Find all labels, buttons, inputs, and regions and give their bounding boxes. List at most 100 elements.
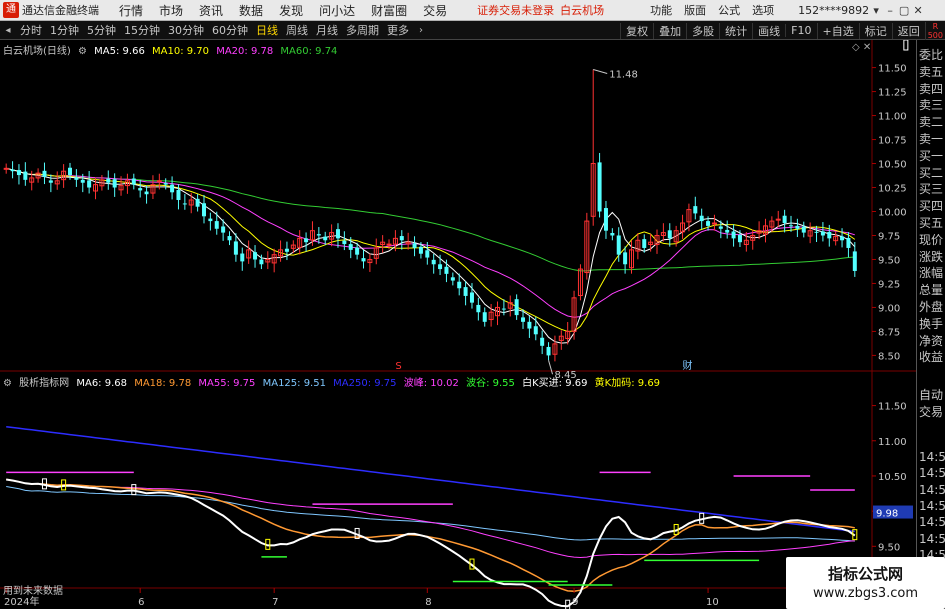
tool-add-watchlist[interactable]: +自选 <box>816 22 859 39</box>
sub-axis-label: 9.50 <box>878 542 900 553</box>
candle-body-down <box>335 229 340 239</box>
candle-body-down <box>527 321 532 329</box>
period-15min[interactable]: 15分钟 <box>120 22 164 38</box>
candle-body-down <box>240 253 245 262</box>
candle-body-down <box>737 234 742 243</box>
candle-body-down <box>138 188 143 191</box>
quote-side-panel: 委比 卖五 卖四 卖三 卖二 卖一 买一 买二 买三 买四 买五 现价 涨跌 涨幅 总量 外盘 换手 净资 收益 自动… <box>916 40 945 609</box>
period-month[interactable]: 月线 <box>312 22 342 38</box>
minimize-icon[interactable]: – <box>883 4 897 17</box>
quote-field-label: 卖二 <box>919 115 944 130</box>
ma20-line <box>6 167 855 318</box>
period-day[interactable]: 日线 <box>252 22 282 38</box>
dropdown-icon[interactable]: ▾ <box>869 4 883 17</box>
period-1min[interactable]: 1分钟 <box>46 22 83 38</box>
ma125-label: MA125: 9.51 <box>262 378 326 389</box>
candle-body-down <box>259 259 264 265</box>
menu-item-wenxiaoda[interactable]: 问小达 <box>311 2 363 19</box>
ma10-line <box>6 167 856 333</box>
tool-biaoji[interactable]: 标记 <box>858 22 892 39</box>
tool-huaxian[interactable]: 画线 <box>752 22 785 39</box>
trade-login-alert[interactable]: 证券交易未登录 <box>477 2 554 18</box>
chevron-right-icon[interactable]: › <box>413 25 429 36</box>
menu-item-shuju[interactable]: 数据 <box>231 2 271 19</box>
candle-body-down <box>304 238 309 243</box>
candle-body-down <box>546 346 551 356</box>
event-marker-cai: 财 <box>683 359 693 372</box>
period-30min[interactable]: 30分钟 <box>164 22 208 38</box>
candle-body-down <box>195 198 200 207</box>
tool-fanhui[interactable]: 返回 <box>891 22 925 39</box>
tool-duogu[interactable]: 多股 <box>686 22 719 39</box>
main-window-controls[interactable]: ◇ ✕ <box>852 42 871 53</box>
period-week[interactable]: 周线 <box>282 22 312 38</box>
user-account[interactable]: 152****9892 <box>798 4 869 17</box>
close-icon[interactable]: ✕ <box>911 4 925 17</box>
candle-body-down <box>176 190 181 200</box>
candle-body-down <box>412 243 417 248</box>
candle-body-down <box>725 229 730 233</box>
yellow-k-add-label: 黄K加码: 9.69 <box>594 378 661 389</box>
candle-body-up <box>3 167 9 170</box>
period-fenshi[interactable]: 分时 <box>16 22 46 38</box>
main-axis-label: 8.75 <box>878 327 900 338</box>
candle-body-down <box>144 191 149 195</box>
menu-item-shichang[interactable]: 市场 <box>151 2 191 19</box>
candle-body-down <box>789 225 794 227</box>
quote-field-label: 现价 <box>919 232 944 247</box>
menu-item-faxian[interactable]: 发现 <box>271 2 311 19</box>
candle-body-down <box>533 326 538 335</box>
candle-body-down <box>731 231 736 239</box>
maximize-icon[interactable]: ▢ <box>897 4 911 17</box>
alert-stock-name: 白云机场 <box>560 4 605 17</box>
back-arrow-icon[interactable]: ◂ <box>0 25 16 36</box>
menu-item-caifuquan[interactable]: 财富圈 <box>363 2 415 19</box>
tool-diejia[interactable]: 叠加 <box>653 22 686 39</box>
candle-body-down <box>233 241 238 255</box>
kline-chart[interactable]: 11.488.45S 财 11.5011.2511.0010.7510.5010.… <box>0 40 916 609</box>
menu-item-gongneng[interactable]: 功能 <box>644 2 678 18</box>
candle-body-down <box>603 208 608 231</box>
quote-field-label: 收益 <box>919 350 944 365</box>
menu-item-banmian[interactable]: 版面 <box>678 2 712 18</box>
candle-body-down <box>623 252 628 265</box>
ma18-label: MA18: 9.78 <box>134 378 192 389</box>
quote-field-label: 外盘 <box>919 300 944 314</box>
settings-icon[interactable]: ⚙ <box>78 46 87 57</box>
candle-body-up <box>775 218 781 221</box>
candle-body-down <box>820 231 825 236</box>
x-axis-label: 7 <box>272 597 278 608</box>
menu-item-xuanxiang[interactable]: 选项 <box>746 2 780 18</box>
white-k-buy-label: 白K买进: 9.69 <box>522 378 588 389</box>
period-5min[interactable]: 5分钟 <box>83 22 120 38</box>
tool-f10[interactable]: F10 <box>785 24 816 37</box>
tick-time: 14:56 <box>919 531 945 546</box>
candle-body-down <box>699 215 704 222</box>
quote-field-label: 卖四 <box>919 81 944 96</box>
period-more[interactable]: 更多 <box>383 22 413 38</box>
period-multi[interactable]: 多周期 <box>342 22 383 38</box>
menu-item-jiaoyi[interactable]: 交易 <box>415 2 455 19</box>
tool-fuquan[interactable]: 复权 <box>620 22 653 39</box>
ma5-line <box>6 167 856 344</box>
settings-icon[interactable]: ⚙ <box>3 378 12 389</box>
candle-body-down <box>361 258 366 262</box>
mini-label-r: R <box>932 21 939 31</box>
candle-body-down <box>795 225 800 229</box>
tool-tongji[interactable]: 统计 <box>719 22 752 39</box>
menu-item-hangqing[interactable]: 行情 <box>111 2 151 19</box>
candle-body-up <box>711 222 717 225</box>
period-60min[interactable]: 60分钟 <box>208 22 252 38</box>
candle-body-down <box>355 247 360 255</box>
main-axis-label: 8.50 <box>878 351 900 362</box>
menu-item-zixun[interactable]: 资讯 <box>191 2 231 19</box>
menu-item-gongshi[interactable]: 公式 <box>712 2 746 18</box>
tick-time: 14:56 <box>919 498 945 513</box>
high-annotation: 11.48 <box>609 70 638 81</box>
wave-peak-label: 波峰: 10.02 <box>403 378 459 389</box>
signal-marker-s: S <box>395 361 401 372</box>
candle-body-down <box>10 169 15 172</box>
quote-field-label: 换手 <box>919 316 944 331</box>
tick-time: 14:56 <box>919 466 945 481</box>
k-signal-marker <box>903 40 909 51</box>
